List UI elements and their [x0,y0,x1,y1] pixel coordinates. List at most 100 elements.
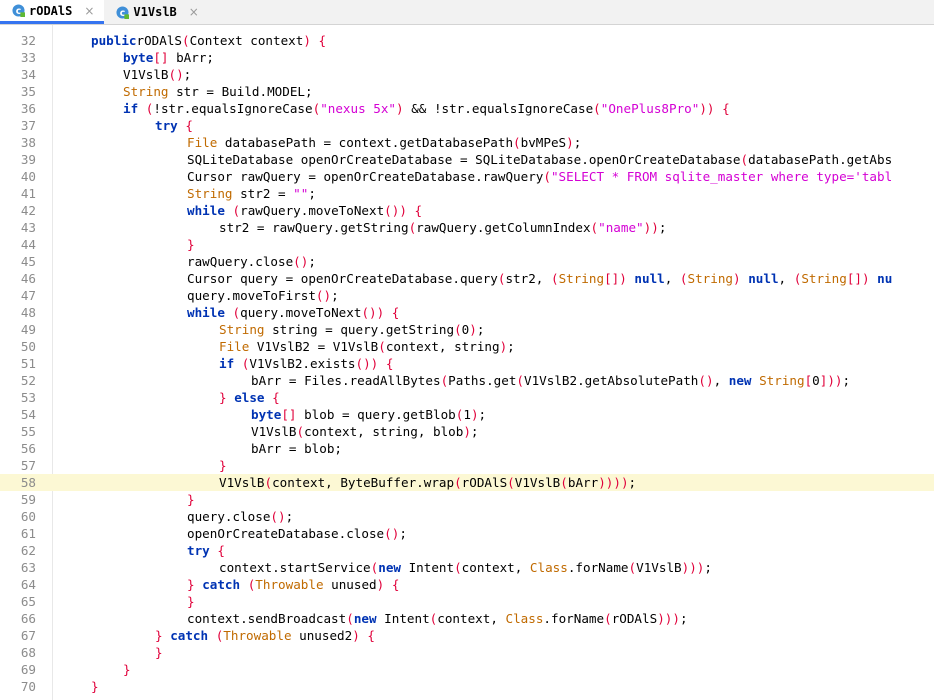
code-token: ( [560,475,568,490]
code-line[interactable]: 70} [0,678,934,695]
code-line[interactable]: 69} [0,661,934,678]
code-token: )))) [598,475,629,490]
code-line[interactable]: 67} catch (Throwable unused2) { [0,627,934,644]
code-token: ; [704,560,712,575]
line-number: 58 [20,475,36,490]
line-number: 41 [20,186,36,201]
code-token: String [801,271,847,286]
code-text: } catch (Throwable unused) { [187,576,399,593]
code-line[interactable]: 64} catch (Throwable unused) { [0,576,934,593]
code-line[interactable]: 53} else { [0,389,934,406]
code-text: try { [155,117,193,134]
line-number: 53 [20,390,36,405]
code-line[interactable]: 62 try { [0,542,934,559]
code-token: ( [296,424,305,439]
tab-label: V1VslB [133,5,177,19]
code-line[interactable]: 56 bArr = blob; [0,440,934,457]
code-token: } [187,594,195,609]
close-icon[interactable]: × [84,4,94,18]
code-line[interactable]: 34 V1VslB(); [0,66,934,83]
code-token: ; [399,526,407,541]
code-token: File [219,339,250,354]
code-line[interactable]: 49 String string = query.getString(0); [0,321,934,338]
code-line[interactable]: 39 SQLiteDatabase openOrCreateDatabase = … [0,151,934,168]
line-number: 61 [20,526,36,541]
code-line[interactable]: 66 context.sendBroadcast(new Intent(conte… [0,610,934,627]
code-line[interactable]: 40 Cursor rawQuery = openOrCreateDatabase… [0,168,934,185]
code-token: , [664,271,680,286]
code-token: unused2 [291,628,353,643]
code-token: "SELECT * FROM sqlite_master where type=… [550,169,893,184]
code-token: } [187,577,195,592]
code-token: ( [232,203,241,218]
code-token: new [353,611,377,626]
code-line[interactable]: 44} [0,236,934,253]
code-line[interactable]: 42 while (rawQuery.moveToNext()) { [0,202,934,219]
code-text: } [187,593,195,610]
code-token: Intent [376,611,430,626]
code-token: query.close [187,509,271,524]
code-token: ) [352,628,360,643]
tab-v1vslb[interactable]: c V1VslB × [104,0,208,24]
code-line[interactable]: 32 publicrODAlS(Context context) { [0,32,934,49]
code-line[interactable]: 60 query.close(); [0,508,934,525]
code-text: bArr = blob; [251,440,342,457]
code-token: []) [604,271,627,286]
code-token: while [187,203,225,218]
code-line[interactable]: 38 File databasePath = context.getDatabas… [0,134,934,151]
code-token: ) [469,322,477,337]
code-line[interactable]: 36 if (!str.equalsIgnoreCase("nexus 5x") … [0,100,934,117]
code-token: query.moveToNext [240,305,362,320]
code-line[interactable]: 41 String str2 = ""; [0,185,934,202]
code-token: ( [593,101,601,116]
code-token: rawQuery.close [187,254,294,269]
code-token: { [385,356,394,371]
code-line[interactable]: 50 File V1VslB2 = V1VslB(context, string)… [0,338,934,355]
code-token: rODAlS [461,475,508,490]
tab-rodals[interactable]: c rODAlS × [0,0,105,24]
code-editor[interactable]: 32 publicrODAlS(Context context) {33 byte[… [0,25,934,700]
code-line[interactable]: 35 String str = Build.MODEL; [0,83,934,100]
code-line[interactable]: 47 query.moveToFirst(); [0,287,934,304]
code-line[interactable]: 51 if (V1VslB2.exists()) { [0,355,934,372]
code-line[interactable]: 54 byte[] blob = query.getBlob(1); [0,406,934,423]
line-number: 46 [20,271,36,286]
code-line-highlighted[interactable]: 58 V1VslB(context, ByteBuffer.wrap(rODAlS… [0,474,934,491]
code-line[interactable]: 45 rawQuery.close(); [0,253,934,270]
code-text: Cursor rawQuery = openOrCreateDatabase.r… [187,168,892,185]
code-line[interactable]: 52 bArr = Files.readAllBytes(Paths.get(V1… [0,372,934,389]
code-text: if (!str.equalsIgnoreCase("nexus 5x") &&… [123,100,730,117]
code-line[interactable]: 55 V1VslB(context, string, blob); [0,423,934,440]
code-token: ( [679,271,688,286]
code-token: context, ByteBuffer.wrap [272,475,455,490]
code-token: File [187,135,218,150]
code-line[interactable]: 57} [0,457,934,474]
code-line[interactable]: 61 openOrCreateDatabase.close(); [0,525,934,542]
code-token: databasePath = context.getDatabasePath [217,135,514,150]
code-token: "OnePlus8Pro" [600,101,700,116]
close-icon[interactable]: × [189,5,199,19]
code-token: )) [643,220,659,235]
code-token: )) [699,101,715,116]
code-line[interactable]: 46 Cursor query = openOrCreateDatabase.qu… [0,270,934,287]
tab-label: rODAlS [29,3,73,18]
code-line[interactable]: 48 while (query.moveToNext()) { [0,304,934,321]
code-line[interactable]: 65} [0,593,934,610]
code-text: if (V1VslB2.exists()) { [219,355,393,372]
code-token: blob = query.getBlob [296,407,456,422]
code-token: []) [846,271,870,286]
code-token: ])) [819,373,843,388]
code-token: () [384,526,400,541]
code-line[interactable]: 63 context.startService(new Intent(contex… [0,559,934,576]
code-line[interactable]: 37 try { [0,117,934,134]
code-line[interactable]: 59} [0,491,934,508]
code-token: ) [463,424,471,439]
code-line[interactable]: 68} [0,644,934,661]
code-line[interactable]: 43 str2 = rawQuery.getString (rawQuery.get… [0,219,934,236]
code-line[interactable]: 33 byte[] bArr; [0,49,934,66]
